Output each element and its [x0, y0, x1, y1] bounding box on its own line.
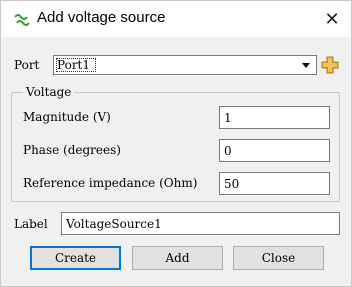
impedance-field[interactable]: 50 [219, 172, 330, 195]
magnitude-value: 1 [224, 111, 232, 125]
chevron-down-icon [302, 63, 310, 68]
title-bar: Add voltage source ✕ [1, 1, 351, 37]
close-button[interactable]: Close [233, 246, 324, 270]
voltage-group-title: Voltage [23, 85, 75, 99]
voltage-source-app-icon [13, 12, 31, 26]
phase-value: 0 [224, 144, 232, 158]
name-label: Label [14, 217, 48, 231]
impedance-value: 50 [224, 177, 240, 191]
add-port-icon [321, 56, 339, 74]
port-selected-value: Port1 [57, 58, 91, 72]
dialog-window: Add voltage source ✕ Port Port1 Voltage … [0, 0, 352, 287]
add-port-button[interactable] [321, 55, 339, 75]
name-field[interactable]: VoltageSource1 [61, 212, 340, 235]
impedance-label: Reference impedance (Ohm) [23, 176, 198, 190]
magnitude-label: Magnitude (V) [23, 110, 111, 124]
phase-field[interactable]: 0 [219, 139, 330, 162]
create-button[interactable]: Create [30, 246, 121, 270]
magnitude-field[interactable]: 1 [219, 106, 330, 129]
name-value: VoltageSource1 [66, 217, 162, 231]
close-window-button[interactable]: ✕ [317, 7, 347, 31]
add-button[interactable]: Add [132, 246, 223, 270]
close-icon: ✕ [324, 8, 340, 30]
phase-label: Phase (degrees) [23, 143, 121, 157]
port-label: Port [14, 58, 40, 72]
dialog-title: Add voltage source [37, 9, 166, 26]
dialog-body: Port Port1 Voltage Magnitude (V) 1 Phase… [1, 37, 351, 286]
port-select[interactable]: Port1 [53, 55, 317, 75]
